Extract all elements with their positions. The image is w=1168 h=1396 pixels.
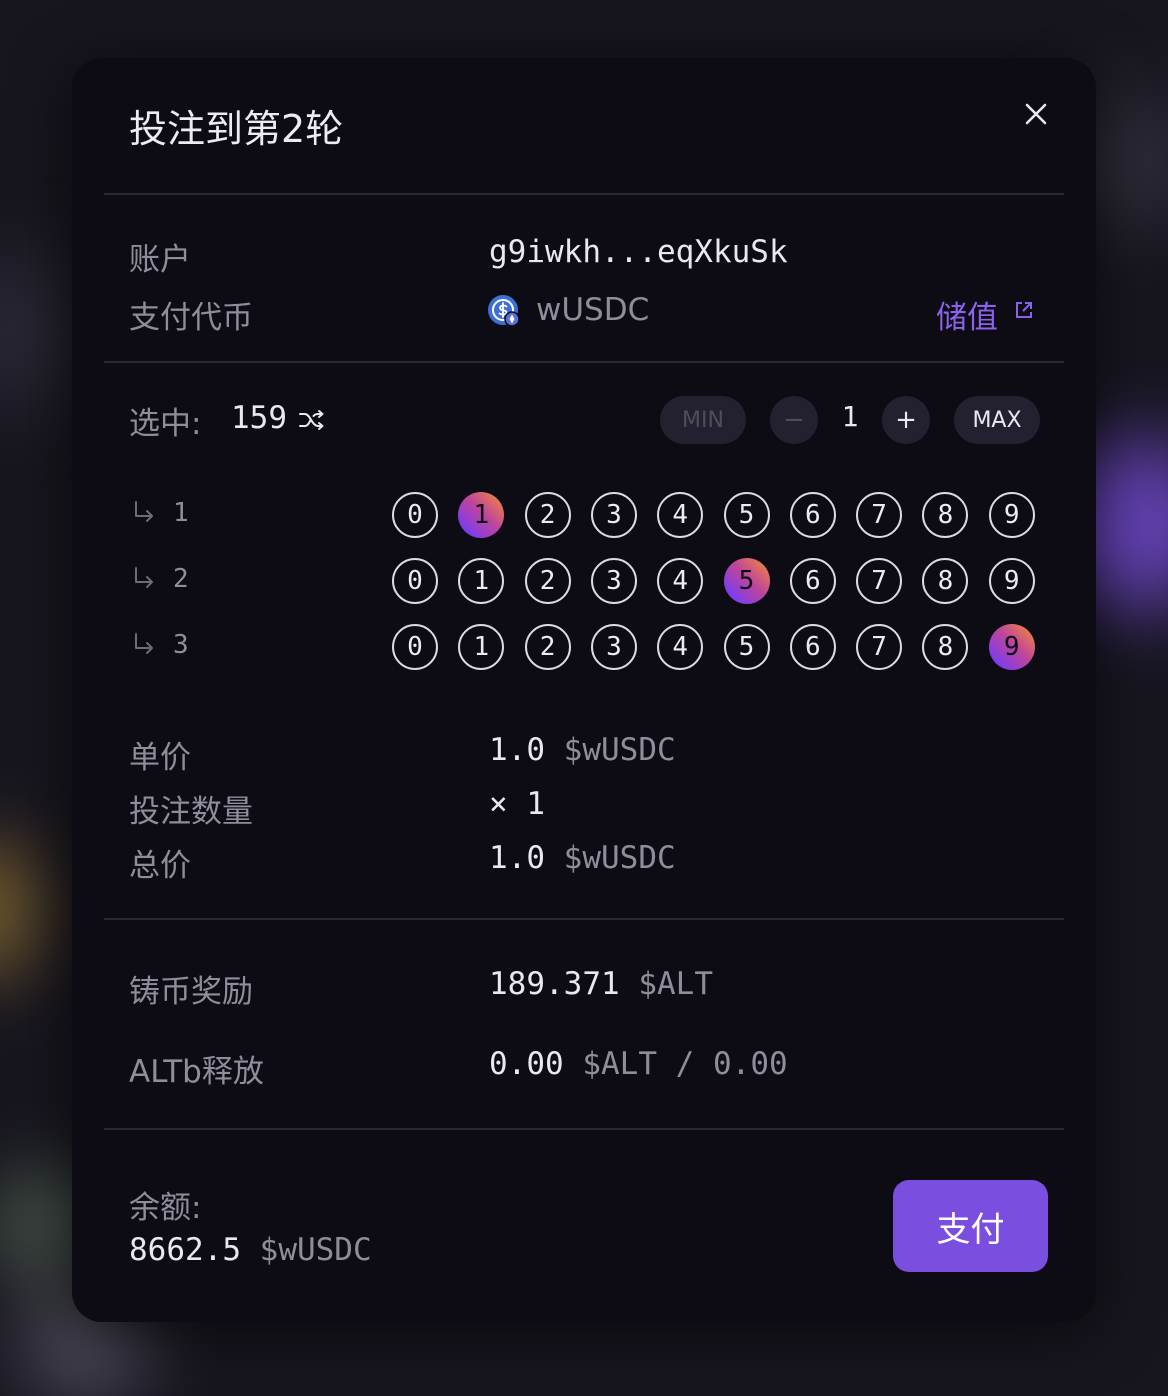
pay-token-label: 支付代币	[129, 300, 253, 336]
digit-ball[interactable]: 1	[458, 558, 505, 604]
digit-ball[interactable]: 8	[922, 624, 969, 670]
digit-row-label: 1	[173, 498, 189, 528]
mint-reward-value: 189.371 $ALT	[489, 966, 713, 1002]
divider	[104, 193, 1064, 195]
digit-ball[interactable]: 7	[856, 558, 903, 604]
digit-ball[interactable]: 6	[789, 558, 836, 604]
altb-release-separator: /	[675, 1046, 695, 1082]
digit-ball[interactable]: 3	[590, 624, 637, 670]
digit-ball[interactable]: 6	[789, 492, 836, 538]
account-address: g9iwkh...eqXkuSk	[489, 234, 788, 270]
background-blur-shape	[0, 250, 80, 410]
external-link-icon[interactable]	[1013, 299, 1035, 321]
sub-arrow-icon	[135, 501, 153, 522]
digit-row: 20123456789	[72, 558, 1096, 608]
bet-modal: 投注到第2轮 账户 g9iwkh...eqXkuSk 支付代币 wUSDC 储值…	[72, 58, 1096, 1322]
altb-release-value: 0.00 $ALT / 0.00	[489, 1046, 788, 1082]
selected-label: 选中:	[129, 406, 202, 442]
altb-release-amount: 0.00	[489, 1046, 564, 1082]
background-blur-shape	[0, 840, 40, 980]
sub-arrow-icon	[135, 567, 153, 588]
altb-release-total: 0.00	[713, 1046, 788, 1082]
digit-row: 30123456789	[72, 624, 1096, 674]
selected-number: 159	[231, 400, 287, 436]
digit-ball[interactable]: 8	[922, 492, 969, 538]
total-price-label: 总价	[129, 848, 191, 884]
recharge-link[interactable]: 储值	[936, 292, 998, 337]
digit-ball[interactable]: 2	[524, 624, 571, 670]
digit-ball[interactable]: 5	[723, 624, 770, 670]
balance-amount: 8662.5	[129, 1232, 241, 1268]
digit-row: 10123456789	[72, 492, 1096, 542]
altb-release-label: ALTb释放	[129, 1054, 264, 1090]
digit-ball-selected[interactable]: 5	[723, 558, 770, 604]
digit-ball[interactable]: 3	[590, 558, 637, 604]
quantity-value: 1	[841, 400, 859, 433]
min-button[interactable]: MIN	[660, 396, 746, 444]
digit-ball[interactable]: 2	[524, 492, 571, 538]
mint-reward-amount: 189.371	[489, 966, 620, 1002]
digit-ball[interactable]: 0	[392, 492, 438, 538]
altb-release-unit: $ALT	[582, 1046, 657, 1082]
digit-row-label: 3	[173, 630, 189, 660]
digit-ball[interactable]: 7	[856, 492, 903, 538]
shuffle-icon[interactable]	[298, 408, 326, 432]
mint-reward-unit: $ALT	[638, 966, 713, 1002]
digit-ball[interactable]: 9	[988, 492, 1035, 538]
digit-ball[interactable]: 2	[524, 558, 571, 604]
bet-count-value: × 1	[489, 786, 545, 822]
pay-token-name: wUSDC	[536, 292, 650, 328]
unit-price-value: 1.0 $wUSDC	[489, 732, 676, 768]
total-price-unit: $wUSDC	[563, 840, 676, 876]
digit-ball[interactable]: 7	[856, 624, 903, 670]
digit-ball[interactable]: 4	[657, 492, 704, 538]
modal-title: 投注到第2轮	[129, 107, 344, 151]
digit-ball[interactable]: 3	[590, 492, 637, 538]
total-price-amount: 1.0	[489, 840, 545, 876]
digit-ball-selected[interactable]: 1	[458, 492, 505, 538]
digit-row-label: 2	[173, 564, 189, 594]
usdc-token-icon	[488, 295, 520, 327]
pay-button[interactable]: 支付	[893, 1180, 1048, 1272]
max-button[interactable]: MAX	[954, 396, 1040, 444]
bet-count-label: 投注数量	[129, 794, 253, 830]
decrease-button[interactable]: −	[770, 396, 818, 444]
digit-ball[interactable]: 4	[657, 558, 704, 604]
balance-value: 8662.5 $wUSDC	[129, 1232, 372, 1268]
increase-button[interactable]: +	[882, 396, 930, 444]
total-price-value: 1.0 $wUSDC	[489, 840, 676, 876]
balance-label: 余额:	[129, 1190, 202, 1226]
unit-price-label: 单价	[129, 740, 191, 776]
digit-ball[interactable]: 0	[392, 624, 438, 670]
digit-ball[interactable]: 6	[789, 624, 836, 670]
digit-ball[interactable]: 9	[988, 558, 1035, 604]
close-icon[interactable]	[1014, 92, 1058, 136]
account-label: 账户	[129, 242, 191, 278]
divider	[104, 361, 1064, 363]
digit-ball[interactable]: 1	[458, 624, 505, 670]
divider	[104, 918, 1064, 920]
digit-ball[interactable]: 0	[392, 558, 438, 604]
unit-price-amount: 1.0	[489, 732, 545, 768]
digit-ball[interactable]: 4	[657, 624, 704, 670]
mint-reward-label: 铸币奖励	[129, 974, 253, 1010]
digit-ball[interactable]: 5	[723, 492, 770, 538]
unit-price-unit: $wUSDC	[563, 732, 676, 768]
digit-ball[interactable]: 8	[922, 558, 969, 604]
balance-unit: $wUSDC	[259, 1232, 372, 1268]
sub-arrow-icon	[135, 633, 153, 654]
digit-ball-selected[interactable]: 9	[988, 624, 1035, 670]
divider	[104, 1128, 1064, 1130]
